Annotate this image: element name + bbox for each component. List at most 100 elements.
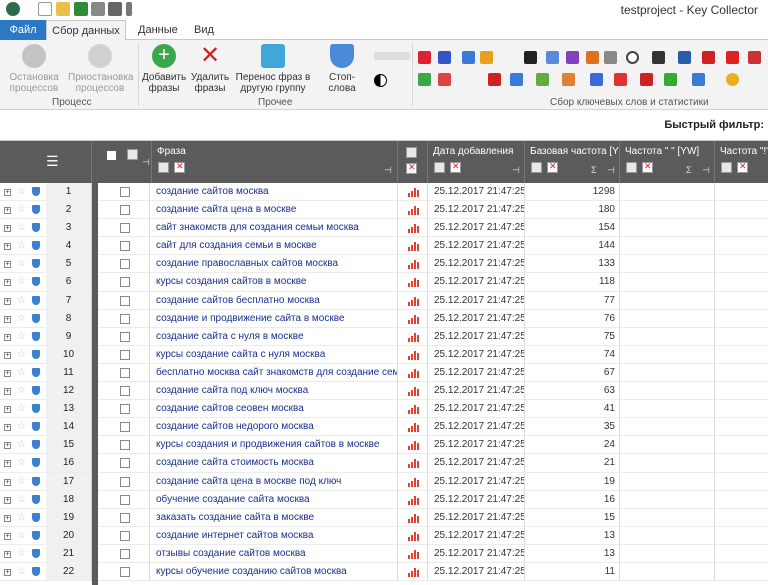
table-row[interactable]: + ☆ 11 бесплатно москва сайт знакомств для … [0,363,768,383]
select-filter-icon[interactable] [127,149,138,160]
stats-chart-icon[interactable] [398,363,428,382]
filter-icon[interactable] [626,162,637,173]
row-checkbox[interactable] [120,458,130,469]
phrase-cell[interactable]: создание и продвижение сайта в москве [152,309,398,328]
stats-chart-icon[interactable] [398,382,428,401]
mail-tool-icon[interactable] [640,73,653,86]
open-folder-icon[interactable] [56,2,70,16]
stats-chart-icon[interactable] [398,472,428,491]
r-tool-icon[interactable] [488,73,501,86]
stats-chart-icon[interactable] [398,219,428,238]
star-icon[interactable]: ☆ [17,491,27,509]
stats-chart-icon[interactable] [398,454,428,473]
grid-tool-icon[interactable] [546,51,559,64]
expand-icon[interactable]: + [4,545,13,563]
phrase-cell[interactable]: создание сайта цена в москве [152,201,398,220]
row-checkbox[interactable] [120,494,130,505]
sum-icon[interactable]: Σ [686,165,692,175]
m-tool-icon[interactable] [664,73,677,86]
row-checkbox[interactable] [120,476,130,487]
tab-view[interactable]: Вид [184,20,224,40]
grid-splitter[interactable] [92,141,98,585]
phrase-cell[interactable]: создание интернет сайтов москва [152,526,398,545]
row-checkbox[interactable] [120,187,130,197]
star-icon[interactable]: ☆ [17,436,27,454]
table-row[interactable]: + ☆ 10 курсы создание сайта с нуля москва 25… [0,345,768,364]
filter-icon[interactable] [531,162,542,173]
liveinternet-icon[interactable] [524,51,537,64]
mc-tool-icon[interactable] [726,51,739,64]
star-icon[interactable]: ☆ [17,563,27,581]
row-checkbox[interactable] [120,548,130,559]
stopwords-button[interactable]: Стоп-слова [316,44,368,94]
expand-icon[interactable]: + [4,237,13,255]
expand-icon[interactable]: + [4,273,13,291]
coin-tool-icon[interactable] [726,73,739,86]
filter-icon[interactable] [721,162,732,173]
phrase-cell[interactable]: создание сайтов москва [152,183,398,201]
star-icon[interactable]: ☆ [17,382,27,400]
tools-set-icon[interactable] [604,51,617,64]
vk-icon[interactable] [678,51,691,64]
phrase-cell[interactable]: отзывы создание сайтов москва [152,544,398,563]
pin-icon[interactable]: ⊣ [142,157,150,168]
pin-icon[interactable]: ⊣ [384,165,392,176]
stats-chart-icon[interactable] [398,562,428,581]
hand-tool-icon[interactable] [562,73,575,86]
phrase-cell[interactable]: создание сайтов бесплатно москва [152,291,398,310]
row-checkbox[interactable] [120,530,130,541]
table-row[interactable]: + ☆ 2 создание сайта цена в москве 25.12.201… [0,201,768,220]
stats-chart-icon[interactable] [398,400,428,419]
pin-icon[interactable]: ⊣ [702,165,710,176]
undo-icon[interactable] [374,52,410,60]
row-checkbox[interactable] [120,241,130,252]
flag-tool-icon[interactable] [586,51,599,64]
phrase-cell[interactable]: создание сайта стоимость москва [152,454,398,473]
green-tool-icon[interactable] [418,73,431,86]
clear-filter-icon[interactable] [174,161,185,173]
table-row[interactable]: + ☆ 4 сайт для создания семьи в москве 25.12… [0,237,768,256]
star-icon[interactable]: ☆ [17,310,27,328]
chart-tool-2-icon[interactable] [438,73,451,86]
header-base-frequency[interactable]: Базовая частота [Y Σ ⊣ [525,141,620,183]
star-icon[interactable]: ☆ [17,328,27,346]
stats-chart-icon[interactable] [398,291,428,310]
column-settings-icon[interactable]: ☰ [46,153,59,170]
contrast-icon[interactable] [374,74,387,87]
expand-icon[interactable]: + [4,418,13,436]
google-2-icon[interactable] [510,73,523,86]
stats-chart-icon[interactable] [398,490,428,509]
table-row[interactable]: + ☆ 8 создание и продвижение сайта в москве… [0,309,768,328]
stats-chart-icon[interactable] [398,237,428,256]
clear-filter-icon[interactable] [737,161,748,173]
table-row[interactable]: + ☆ 14 создание сайтов недорого москва 25.12… [0,418,768,437]
move-phrases-button[interactable]: Перенос фраз в другую группу [234,44,312,94]
select-all-checkbox[interactable] [107,151,116,160]
star-icon[interactable]: ☆ [17,400,27,418]
stats-chart-icon[interactable] [398,327,428,346]
search-suggest-icon[interactable] [480,51,493,64]
wordstat-batch-icon[interactable] [438,51,451,64]
expand-icon[interactable]: + [4,183,13,201]
pause-processes-button[interactable]: Приостановка процессов [68,44,133,94]
table-row[interactable]: + ☆ 15 курсы создания и продвижения сайтов … [0,436,768,455]
phrase-cell[interactable]: бесплатно москва сайт знакомств для созд… [152,363,398,382]
phrase-cell[interactable]: создание сайтов недорого москва [152,418,398,437]
filter-icon[interactable] [406,147,417,158]
expand-icon[interactable]: + [4,255,13,273]
tab-file[interactable]: Файл [0,20,46,40]
yandex-wordstat-icon[interactable] [418,51,431,64]
expand-icon[interactable]: + [4,219,13,237]
expand-icon[interactable]: + [4,201,13,219]
expand-icon[interactable]: + [4,563,13,581]
stats-chart-icon[interactable] [398,544,428,563]
table-row[interactable]: + ☆ 3 сайт знакомств для создания семьи мос… [0,219,768,238]
clear-filter-icon[interactable] [547,161,558,173]
stats-chart-icon[interactable] [398,345,428,364]
row-checkbox[interactable] [120,386,130,397]
phrase-cell[interactable]: создание сайта под ключ москва [152,382,398,401]
table-row[interactable]: + ☆ 6 курсы создания сайтов в москве 25.12.2… [0,273,768,292]
stats-chart-icon[interactable] [398,183,428,201]
clear-filter-icon[interactable] [406,162,417,174]
stats-chart-icon[interactable] [398,508,428,527]
